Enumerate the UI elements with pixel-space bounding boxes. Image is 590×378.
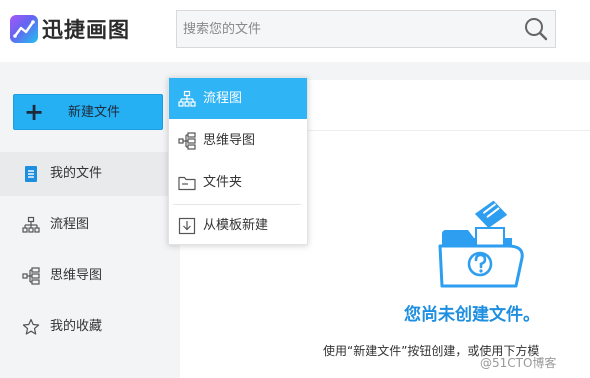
app-title: 迅捷画图 xyxy=(42,18,130,42)
mindmap-icon xyxy=(178,132,196,150)
new-file-button[interactable]: + 新建文件 xyxy=(13,94,163,130)
flowchart-icon xyxy=(178,90,196,107)
sidebar-item-mindmap[interactable]: 思维导图 xyxy=(0,254,180,298)
folder-question-icon xyxy=(438,200,524,288)
new-file-menu: 流程图 思维导图 文件夹 从模板新建 xyxy=(168,77,308,245)
flowchart-icon xyxy=(22,216,40,233)
folder-icon xyxy=(178,176,196,191)
empty-state-title: 您尚未创建文件。 xyxy=(404,305,540,325)
menu-item-folder[interactable]: 文件夹 xyxy=(169,162,307,203)
sidebar-item-label: 思维导图 xyxy=(50,268,103,283)
watermark: @51CTO博客 xyxy=(480,356,557,370)
new-file-label: 新建文件 xyxy=(68,105,121,120)
search-input[interactable] xyxy=(183,19,503,39)
mindmap-icon xyxy=(22,267,40,285)
search-box xyxy=(176,10,556,48)
sidebar-item-label: 我的收藏 xyxy=(50,319,103,334)
app-header: 迅捷画图 xyxy=(0,0,590,62)
search-icon[interactable] xyxy=(523,16,549,42)
menu-item-mindmap[interactable]: 思维导图 xyxy=(169,120,307,161)
menu-item-from-template[interactable]: 从模板新建 xyxy=(169,205,307,246)
menu-item-label: 思维导图 xyxy=(203,133,256,148)
menu-item-label: 从模板新建 xyxy=(203,218,269,233)
sidebar-item-my-files[interactable]: 我的文件 xyxy=(0,152,180,196)
menu-item-label: 流程图 xyxy=(203,91,243,106)
app-logo[interactable]: 迅捷画图 xyxy=(10,14,130,44)
menu-item-label: 文件夹 xyxy=(203,175,243,190)
star-icon xyxy=(22,318,40,335)
sidebar-item-label: 我的文件 xyxy=(50,166,103,181)
plus-icon: + xyxy=(24,98,45,126)
template-icon xyxy=(178,217,196,235)
sidebar-item-favorites[interactable]: 我的收藏 xyxy=(0,305,180,349)
chart-line-icon xyxy=(10,15,38,43)
document-icon xyxy=(25,166,37,182)
menu-item-flowchart[interactable]: 流程图 xyxy=(169,78,307,119)
sidebar-item-label: 流程图 xyxy=(50,217,90,232)
sidebar-item-flowchart[interactable]: 流程图 xyxy=(0,203,180,247)
